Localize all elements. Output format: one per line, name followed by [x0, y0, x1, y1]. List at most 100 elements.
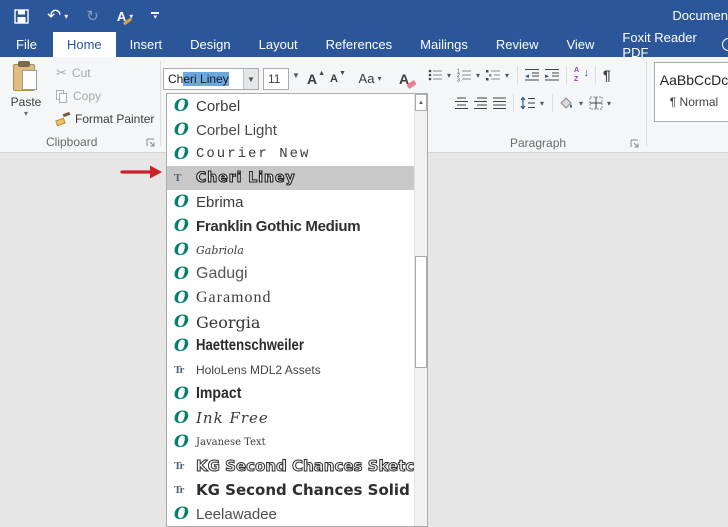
- customize-qat-button[interactable]: ▾: [151, 0, 160, 32]
- tab-view[interactable]: View: [552, 32, 608, 57]
- undo-icon: ↶: [47, 6, 62, 26]
- font-size-combobox[interactable]: 11: [263, 68, 289, 90]
- clipboard-dialog-launcher[interactable]: [146, 138, 156, 148]
- bullets-dropdown-caret[interactable]: ▾: [445, 71, 453, 80]
- clear-formatting-button[interactable]: A: [394, 67, 417, 90]
- format-painter-icon: [55, 111, 71, 126]
- borders-button[interactable]: [587, 93, 605, 113]
- font-item-ebrima[interactable]: O Ebrima: [167, 190, 414, 214]
- opentype-icon: O: [174, 432, 189, 452]
- undo-button[interactable]: ↶ ▾: [47, 0, 68, 32]
- opentype-icon: O: [174, 264, 189, 284]
- paragraph-dialog-launcher[interactable]: [630, 139, 640, 149]
- grow-font-button[interactable]: A ▲: [306, 67, 326, 90]
- font-item-ink-free[interactable]: O Ink Free: [167, 406, 414, 430]
- paste-dropdown-caret[interactable]: ▾: [6, 109, 46, 118]
- font-item-gadugi[interactable]: O Gadugi: [167, 262, 414, 286]
- font-item-kg-second-chances-solid[interactable]: Tr KG Second Chances Solid: [167, 478, 414, 502]
- tab-mailings[interactable]: Mailings: [406, 32, 482, 57]
- numbering-dropdown-caret[interactable]: ▾: [474, 71, 482, 80]
- justify-button[interactable]: [490, 93, 509, 113]
- style-name: ¶ Normal: [669, 95, 719, 109]
- font-size-value: 11: [268, 72, 281, 86]
- font-dropdown-list: O Corbel O Corbel Light O Courier New T Cher…: [166, 93, 428, 527]
- paste-button[interactable]: Paste ▾: [6, 61, 46, 133]
- font-item-courier-new[interactable]: O Courier New: [167, 142, 414, 166]
- truetype-icon: Tr: [174, 484, 184, 496]
- font-item-kg-second-chances-sketch[interactable]: Tr KG Second Chances Sketch: [167, 454, 414, 478]
- change-case-button[interactable]: Aa ▾: [356, 67, 384, 90]
- tab-foxit-reader-pdf[interactable]: Foxit Reader PDF: [608, 30, 728, 60]
- font-item-leelawadee[interactable]: O Leelawadee: [167, 502, 414, 526]
- borders-dropdown-caret[interactable]: ▾: [605, 99, 613, 108]
- numbering-button[interactable]: 123: [455, 65, 474, 85]
- customize-qat-icon: ▾: [151, 12, 160, 21]
- dropdown-scrollbar[interactable]: ▲: [414, 94, 427, 526]
- paste-label: Paste: [10, 95, 42, 109]
- tell-me-icon[interactable]: [722, 38, 728, 51]
- line-spacing-button[interactable]: [518, 93, 538, 113]
- style-normal-card[interactable]: AaBbCcDc ¶ Normal: [654, 62, 728, 122]
- tab-review[interactable]: Review: [482, 32, 553, 57]
- window-title: Documen: [672, 8, 728, 23]
- opentype-icon: O: [174, 240, 189, 260]
- font-name-value: Cheri Liney: [168, 72, 229, 86]
- tab-file[interactable]: File: [0, 32, 53, 57]
- truetype-icon: Tr: [174, 364, 184, 376]
- font-name-selection: eri Liney: [183, 72, 229, 86]
- undo-dropdown-caret[interactable]: ▾: [64, 12, 68, 21]
- paragraph-group: ▾ 123 ▾ ▾ A Z ↓ ¶ ▾ ▾ ▾ Paragraph: [426, 57, 641, 153]
- font-item-cheri-liney[interactable]: T Cheri Liney: [167, 166, 414, 190]
- paste-clipboard-icon: [13, 61, 39, 93]
- decrease-indent-button[interactable]: [522, 65, 542, 85]
- font-name-dropdown-arrow[interactable]: ▼: [243, 69, 258, 89]
- font-item-corbel[interactable]: O Corbel: [167, 94, 414, 118]
- font-item-gabriola[interactable]: O Gabriola: [167, 238, 414, 262]
- align-center-button[interactable]: [452, 93, 471, 113]
- increase-indent-button[interactable]: [542, 65, 562, 85]
- copy-label: Copy: [73, 89, 102, 103]
- cut-icon: ✂: [56, 65, 67, 81]
- format-painter-button[interactable]: Format Painter: [55, 109, 154, 129]
- opentype-icon: O: [174, 312, 189, 332]
- font-item-georgia[interactable]: O Georgia: [167, 310, 414, 334]
- pen-a-icon: A: [117, 9, 133, 25]
- shrink-font-button[interactable]: A ▼: [328, 67, 348, 90]
- opentype-icon: O: [174, 504, 189, 524]
- quick-access-toolbar: ↶ ▾ ↻ A ▾ ▾: [14, 0, 160, 32]
- font-item-haettenschweiler[interactable]: O Haettenschweiler: [167, 334, 414, 358]
- tab-design[interactable]: Design: [176, 32, 244, 57]
- shading-button[interactable]: [557, 93, 577, 113]
- tab-home[interactable]: Home: [52, 32, 116, 57]
- pen-annotate-button[interactable]: A ▾: [117, 0, 133, 32]
- font-item-javanese-text[interactable]: O Javanese Text: [167, 430, 414, 454]
- scrollbar-thumb[interactable]: [415, 256, 427, 368]
- multilevel-list-button[interactable]: [484, 65, 503, 85]
- font-item-garamond[interactable]: O Garamond: [167, 286, 414, 310]
- opentype-icon: O: [174, 384, 189, 404]
- font-item-franklin-gothic-medium[interactable]: O Franklin Gothic Medium: [167, 214, 414, 238]
- show-hide-marks-button[interactable]: ¶: [600, 67, 614, 83]
- align-right-button[interactable]: [471, 93, 490, 113]
- truetype-icon: Tr: [174, 460, 184, 472]
- bullets-button[interactable]: [426, 65, 445, 85]
- red-annotation-arrow: [120, 165, 162, 179]
- font-item-hololens-mdl2-assets[interactable]: Tr HoloLens MDL2 Assets: [167, 358, 414, 382]
- save-button[interactable]: [14, 0, 29, 32]
- opentype-icon: O: [174, 144, 189, 164]
- font-item-impact[interactable]: O Impact: [167, 382, 414, 406]
- tab-references[interactable]: References: [312, 32, 406, 57]
- shading-dropdown-caret[interactable]: ▾: [577, 99, 585, 108]
- font-name-combobox[interactable]: Cheri Liney ▼: [163, 68, 259, 90]
- font-size-dropdown-arrow[interactable]: ▼: [292, 71, 300, 80]
- multilevel-dropdown-caret[interactable]: ▾: [503, 71, 511, 80]
- opentype-icon: O: [174, 216, 189, 236]
- scroll-up-button[interactable]: ▲: [415, 94, 427, 111]
- cut-label: Cut: [71, 66, 91, 80]
- tab-insert[interactable]: Insert: [116, 32, 177, 57]
- sort-button[interactable]: A Z ↓: [571, 65, 591, 85]
- tab-layout[interactable]: Layout: [245, 32, 312, 57]
- font-item-corbel-light[interactable]: O Corbel Light: [167, 118, 414, 142]
- line-spacing-caret[interactable]: ▾: [538, 99, 546, 108]
- save-icon: [14, 8, 29, 24]
